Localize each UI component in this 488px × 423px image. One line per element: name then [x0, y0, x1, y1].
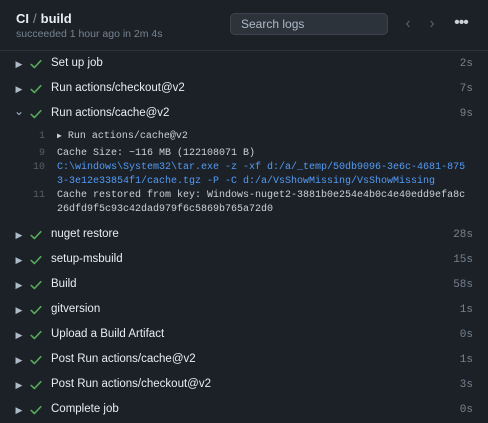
chevron-right-icon[interactable]: ▶: [14, 229, 24, 241]
log-line-number[interactable]: 9: [24, 147, 45, 161]
log-line: 1 ▶ Run actions/cache@v2: [0, 130, 488, 144]
log-line-text: ▶ Run actions/cache@v2: [57, 130, 467, 144]
step-label: nuget restore: [51, 228, 119, 240]
check-icon: [29, 328, 43, 342]
step-label: setup-msbuild: [51, 253, 123, 265]
step-row[interactable]: ▶ Run actions/checkout@v2 7s: [0, 77, 488, 102]
log-text: Run actions/cache@v2: [67, 131, 188, 142]
step-label: Upload a Build Artifact: [51, 328, 165, 340]
chevron-left-icon[interactable]: ‹: [398, 14, 418, 34]
log-text: C:\windows\System32\tar.exe -z -xf d:/a/…: [57, 162, 466, 187]
step-row[interactable]: ▶ Post Run actions/checkout@v2 3s: [0, 373, 488, 398]
step-row[interactable]: ▶ nuget restore 28s: [0, 223, 488, 248]
chevron-right-icon[interactable]: ▶: [14, 254, 24, 266]
log-line-number[interactable]: 11: [24, 189, 45, 203]
log-line-text: C:\windows\System32\tar.exe -z -xf d:/a/…: [57, 161, 467, 189]
step-duration: 15s: [453, 254, 473, 266]
step-duration: 2s: [459, 58, 473, 70]
log-line: 10 C:\windows\System32\tar.exe -z -xf d:/…: [0, 161, 488, 189]
step-log: 1 ▶ Run actions/cache@v2 9 Cache Size: ~116…: [0, 127, 488, 223]
step-label: Post Run actions/cache@v2: [51, 353, 196, 365]
step-label: Complete job: [51, 403, 119, 415]
step-row[interactable]: ⌄ Run actions/cache@v2 9s: [0, 102, 488, 127]
log-text: Cache restored from key: Windows-nuget2-…: [57, 190, 466, 215]
log-text: Cache Size: ~116 MB (122108071 B): [57, 148, 256, 159]
step-duration: 3s: [459, 379, 473, 391]
log-line: 9 Cache Size: ~116 MB (122108071 B): [0, 147, 488, 161]
log-line-text: Cache Size: ~116 MB (122108071 B): [57, 147, 467, 161]
check-icon: [29, 253, 43, 267]
workflow-name[interactable]: CI: [16, 11, 29, 26]
chevron-right-icon[interactable]: ▶: [14, 404, 24, 416]
step-duration: 58s: [453, 279, 473, 291]
job-status-text: succeeded 1 hour ago in 2m 4s: [16, 28, 163, 40]
step-duration: 9s: [459, 108, 473, 120]
page-title: CI / build: [16, 11, 72, 26]
title-separator: /: [33, 11, 37, 26]
chevron-right-icon[interactable]: ▶: [14, 379, 24, 391]
step-duration: 28s: [453, 229, 473, 241]
step-row[interactable]: ▶ Complete job 0s: [0, 398, 488, 423]
search-logs-input[interactable]: Search logs: [230, 13, 388, 35]
step-row[interactable]: ▶ Post Run actions/cache@v2 1s: [0, 348, 488, 373]
step-row[interactable]: ▶ Upload a Build Artifact 0s: [0, 323, 488, 348]
check-icon: [29, 57, 43, 71]
log-line: 11 Cache restored from key: Windows-nuget…: [0, 189, 488, 217]
step-row[interactable]: ▶ gitversion 1s: [0, 298, 488, 323]
step-label: gitversion: [51, 303, 101, 315]
step-row[interactable]: ▶ Set up job 2s: [0, 52, 488, 77]
chevron-down-icon[interactable]: ⌄: [14, 105, 24, 117]
check-icon: [29, 303, 43, 317]
kebab-horizontal-icon[interactable]: •••: [450, 14, 472, 34]
check-icon: [29, 278, 43, 292]
chevron-right-icon[interactable]: ▶: [14, 304, 24, 316]
step-row[interactable]: ▶ setup-msbuild 15s: [0, 248, 488, 273]
step-duration: 1s: [459, 354, 473, 366]
step-row[interactable]: ▶ Build 58s: [0, 273, 488, 298]
log-line-number[interactable]: 1: [24, 130, 45, 144]
step-duration: 0s: [459, 404, 473, 416]
log-line-text: Cache restored from key: Windows-nuget2-…: [57, 189, 467, 217]
triangle-right-icon[interactable]: ▶: [57, 132, 62, 141]
job-name: build: [40, 11, 72, 26]
check-icon: [29, 353, 43, 367]
chevron-right-icon[interactable]: ›: [422, 14, 442, 34]
log-line-number[interactable]: 10: [24, 161, 45, 175]
check-icon: [29, 107, 43, 121]
chevron-right-icon[interactable]: ▶: [14, 329, 24, 341]
chevron-right-icon[interactable]: ▶: [14, 279, 24, 291]
step-label: Run actions/checkout@v2: [51, 82, 185, 94]
step-label: Build: [51, 278, 77, 290]
step-duration: 1s: [459, 304, 473, 316]
step-label: Post Run actions/checkout@v2: [51, 378, 211, 390]
job-header: CI / build succeeded 1 hour ago in 2m 4s S…: [0, 0, 488, 51]
check-icon: [29, 378, 43, 392]
chevron-right-icon[interactable]: ▶: [14, 354, 24, 366]
check-icon: [29, 82, 43, 96]
step-duration: 0s: [459, 329, 473, 341]
step-label: Run actions/cache@v2: [51, 107, 170, 119]
chevron-right-icon[interactable]: ▶: [14, 83, 24, 95]
step-duration: 7s: [459, 83, 473, 95]
check-icon: [29, 228, 43, 242]
chevron-right-icon[interactable]: ▶: [14, 58, 24, 70]
step-label: Set up job: [51, 57, 103, 69]
steps-list: ▶ Set up job 2s ▶ Run actions/checkout@v2 7s ⌄…: [0, 52, 488, 423]
